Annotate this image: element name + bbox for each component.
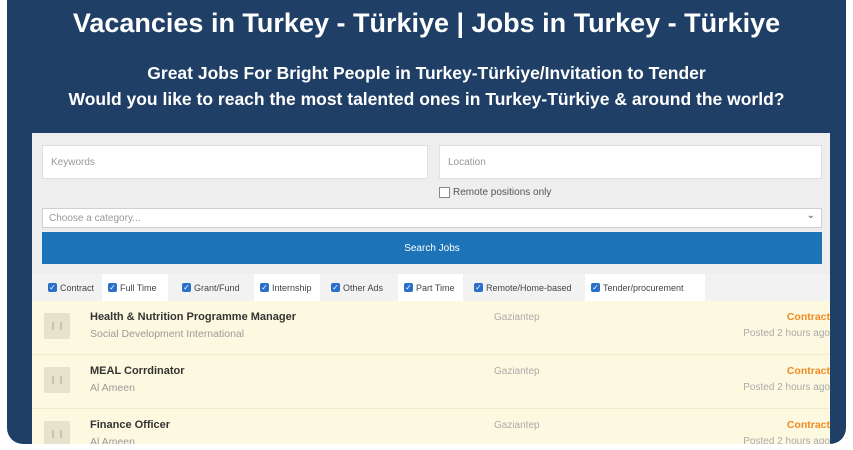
filter-internship[interactable]: ✓ Internship bbox=[254, 274, 320, 301]
page-subtitle-2: Would you like to reach the most talente… bbox=[68, 89, 785, 109]
filter-label: Full Time bbox=[120, 282, 157, 293]
keywords-input[interactable]: Keywords bbox=[42, 145, 428, 179]
job-board-panel: Keywords Location Remote positions only … bbox=[32, 133, 830, 444]
remote-only-label: Remote positions only bbox=[453, 187, 552, 198]
checkbox-checked-icon[interactable]: ✓ bbox=[48, 283, 57, 292]
company-logo-placeholder-icon bbox=[44, 421, 70, 444]
job-location: Gaziantep bbox=[494, 420, 540, 431]
job-title[interactable]: Health & Nutrition Programme Manager bbox=[90, 311, 296, 323]
job-type-badge: Contract bbox=[786, 365, 830, 377]
job-listing-row[interactable]: Health & Nutrition Programme Manager Soc… bbox=[32, 301, 830, 355]
job-type-badge: Contract bbox=[786, 419, 830, 431]
job-listing-row[interactable]: Finance Officer Al Ameen Gaziantep Contr… bbox=[32, 409, 830, 444]
job-location: Gaziantep bbox=[494, 366, 540, 377]
checkbox-checked-icon[interactable]: ✓ bbox=[474, 283, 483, 292]
job-company: Social Development International bbox=[90, 328, 245, 340]
company-logo-placeholder-icon bbox=[44, 313, 70, 339]
checkbox-icon[interactable] bbox=[439, 187, 450, 198]
checkbox-checked-icon[interactable]: ✓ bbox=[591, 283, 600, 292]
category-select[interactable]: Choose a category... ⌄ bbox=[42, 208, 822, 228]
job-posted-time: Posted 2 hours ago bbox=[743, 328, 830, 339]
job-company: Al Ameen bbox=[90, 436, 135, 444]
search-form: Keywords Location Remote positions only … bbox=[32, 133, 830, 274]
checkbox-checked-icon[interactable]: ✓ bbox=[108, 283, 117, 292]
job-type-filters: ✓ Contract ✓ Full Time ✓ Grant/Fund ✓ In… bbox=[32, 274, 830, 301]
company-logo-placeholder-icon bbox=[44, 367, 70, 393]
search-jobs-button[interactable]: Search Jobs bbox=[42, 232, 822, 264]
filter-part-time[interactable]: ✓ Part Time bbox=[398, 274, 463, 301]
filter-grant-fund[interactable]: ✓ Grant/Fund bbox=[176, 274, 248, 301]
checkbox-checked-icon[interactable]: ✓ bbox=[331, 283, 340, 292]
category-placeholder: Choose a category... bbox=[49, 212, 141, 224]
filter-full-time[interactable]: ✓ Full Time bbox=[102, 274, 168, 301]
job-title[interactable]: Finance Officer bbox=[90, 419, 170, 431]
job-type-badge: Contract bbox=[786, 311, 830, 323]
job-listing-row[interactable]: MEAL Corrdinator Al Ameen Gaziantep Cont… bbox=[32, 355, 830, 409]
chevron-down-icon: ⌄ bbox=[806, 210, 815, 221]
location-input[interactable]: Location bbox=[439, 145, 822, 179]
filter-other-ads[interactable]: ✓ Other Ads bbox=[325, 274, 395, 301]
checkbox-checked-icon[interactable]: ✓ bbox=[182, 283, 191, 292]
job-title[interactable]: MEAL Corrdinator bbox=[90, 365, 185, 377]
job-company: Al Ameen bbox=[90, 382, 135, 394]
checkbox-checked-icon[interactable]: ✓ bbox=[260, 283, 269, 292]
filter-label: Contract bbox=[60, 282, 95, 293]
banner-frame: Vacancies in Turkey - Türkiye | Jobs in … bbox=[7, 0, 846, 444]
remote-only-checkbox[interactable]: Remote positions only bbox=[439, 187, 551, 198]
filter-label: Other Ads bbox=[343, 282, 384, 293]
page-title: Vacancies in Turkey - Türkiye | Jobs in … bbox=[72, 8, 781, 38]
filter-tender-procurement[interactable]: ✓ Tender/procurement bbox=[585, 274, 705, 301]
page-subtitle-1: Great Jobs For Bright People in Turkey-T… bbox=[147, 63, 706, 83]
filter-label: Grant/Fund bbox=[194, 282, 240, 293]
job-posted-time: Posted 2 hours ago bbox=[743, 382, 830, 393]
filter-remote-home-based[interactable]: ✓ Remote/Home-based bbox=[468, 274, 580, 301]
filter-contract[interactable]: ✓ Contract bbox=[42, 274, 100, 301]
filter-label: Internship bbox=[272, 282, 312, 293]
job-location: Gaziantep bbox=[494, 312, 540, 323]
filter-label: Remote/Home-based bbox=[486, 282, 572, 293]
filter-label: Part Time bbox=[416, 282, 455, 293]
checkbox-checked-icon[interactable]: ✓ bbox=[404, 283, 413, 292]
filter-label: Tender/procurement bbox=[603, 282, 684, 293]
job-posted-time: Posted 2 hours ago bbox=[743, 436, 830, 444]
